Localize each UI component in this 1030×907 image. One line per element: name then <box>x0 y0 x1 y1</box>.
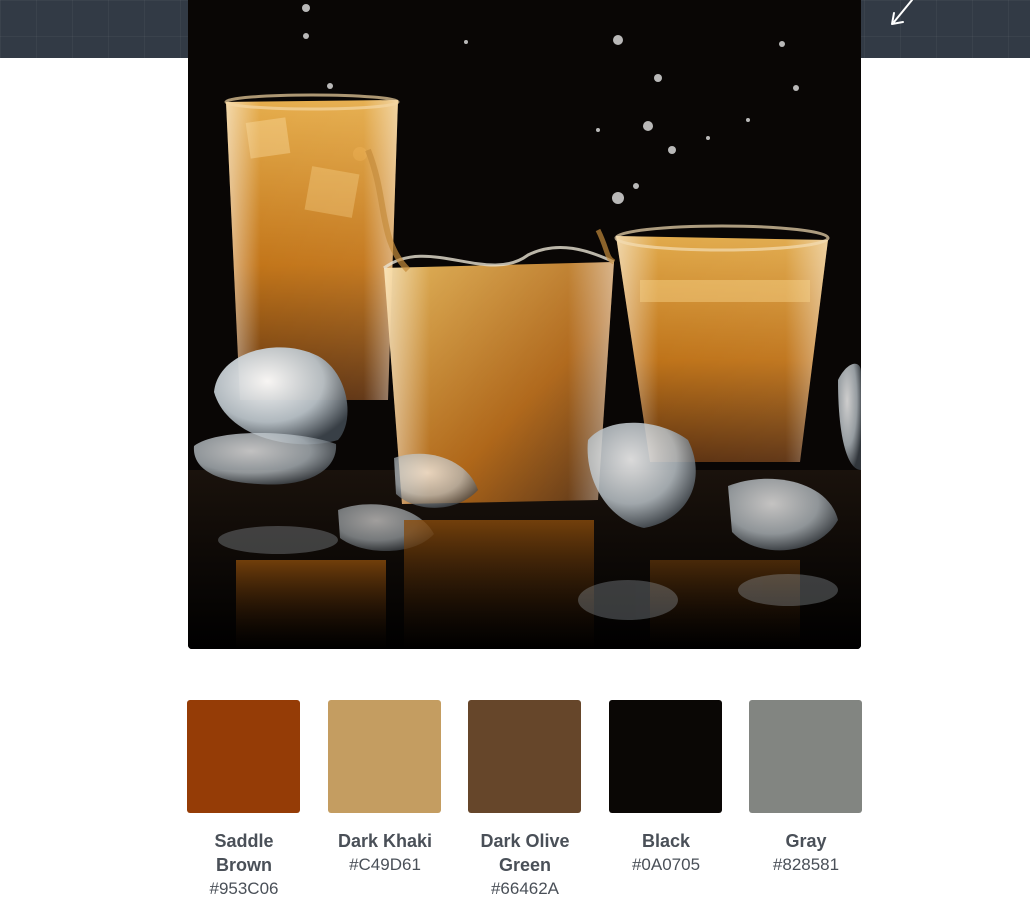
swatch-name: Gray <box>785 831 827 851</box>
swatch-name: Dark Olive Green <box>480 831 570 875</box>
swatch-card[interactable]: Dark Khaki #C49D61 <box>328 700 442 877</box>
color-palette: Saddle Brown #953C06 Dark Khaki #C49D61 … <box>187 700 863 907</box>
swatch-hex: #953C06 <box>209 879 279 898</box>
swatch-card[interactable]: Dark Olive Green #66462A <box>468 700 582 901</box>
swatch-card[interactable]: Black #0A0705 <box>609 700 723 877</box>
color-swatch[interactable] <box>749 700 862 813</box>
swatch-hex: #C49D61 <box>349 855 421 874</box>
swatch-card[interactable]: Gray #828581 <box>749 700 863 877</box>
swatch-hex: #828581 <box>772 855 840 874</box>
swatch-name: Saddle Brown <box>214 831 274 875</box>
swatch-card[interactable]: Saddle Brown #953C06 <box>187 700 301 901</box>
color-swatch[interactable] <box>609 700 722 813</box>
arrow-down-left-icon[interactable] <box>888 0 922 30</box>
swatch-hex: #0A0705 <box>631 855 701 874</box>
swatch-name: Black <box>641 831 691 851</box>
whiskey-photo <box>188 0 861 649</box>
swatch-name: Dark Khaki <box>337 831 433 851</box>
color-swatch[interactable] <box>187 700 300 813</box>
color-swatch[interactable] <box>468 700 581 813</box>
swatch-hex: #66462A <box>490 879 560 898</box>
color-swatch[interactable] <box>328 700 441 813</box>
